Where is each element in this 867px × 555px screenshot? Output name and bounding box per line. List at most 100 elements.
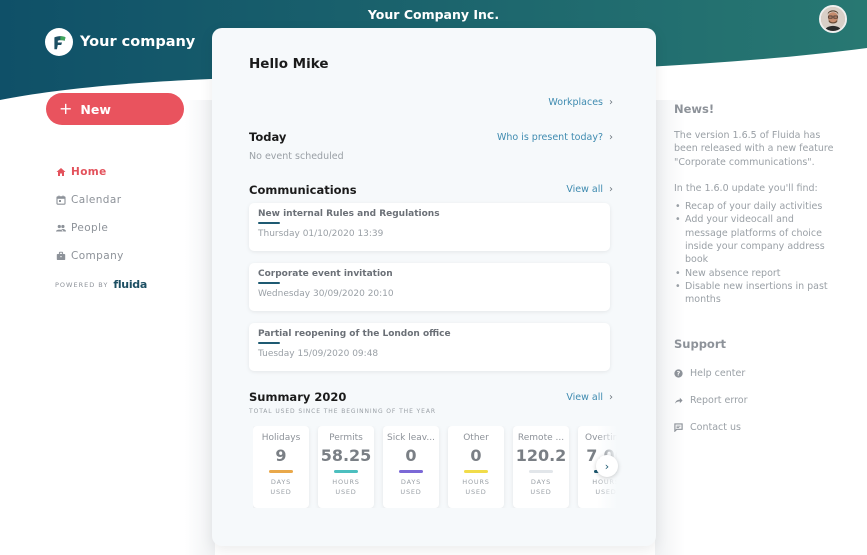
tile-color-bar	[464, 470, 488, 473]
communication-title: New internal Rules and Regulations	[258, 209, 440, 219]
sidebar-item-company[interactable]: Company	[56, 242, 124, 270]
communication-accent-bar	[258, 282, 280, 284]
no-event-text: No event scheduled	[249, 151, 344, 162]
summary-tiles: Holidays 9 DAYS USED Permits 58.25 HOURS U…	[253, 426, 617, 508]
support-help-center[interactable]: ? Help center	[674, 360, 748, 387]
people-icon	[56, 224, 66, 232]
tile-suffix: USED	[270, 488, 292, 496]
tile-label: Other	[463, 433, 489, 443]
summary-view-all[interactable]: View all ›	[566, 392, 613, 403]
new-button-label: New	[80, 101, 111, 117]
summary-subtitle: TOTAL USED SINCE THE BEGINNING OF THE YE…	[249, 408, 436, 415]
app-title: Your Company Inc.	[367, 7, 500, 22]
tile-value: 0	[405, 446, 417, 465]
powered-by-label: POWERED BY	[55, 280, 109, 289]
calendar-icon	[56, 195, 66, 205]
tile-label: Sick leav...	[387, 433, 435, 443]
summary-tile-remote[interactable]: Remote ... 120.2 DAYS USED	[513, 426, 569, 508]
tile-value: 9	[275, 446, 287, 465]
communication-title: Corporate event invitation	[258, 269, 393, 279]
news-list: Recap of your daily activities Add your …	[674, 200, 834, 306]
tile-suffix: USED	[530, 488, 552, 496]
communication-date: Wednesday 30/09/2020 20:10	[258, 289, 394, 299]
sidebar-item-people[interactable]: People	[56, 214, 124, 242]
news-title: News!	[674, 102, 715, 116]
support-item-label: Help center	[690, 368, 746, 379]
communication-item[interactable]: New internal Rules and Regulations Thurs…	[249, 203, 610, 251]
tile-unit: HOURS	[332, 478, 360, 486]
tiles-next-button[interactable]: ›	[596, 455, 618, 477]
tile-label: Permits	[329, 433, 363, 443]
sidebar-shadow	[185, 100, 215, 555]
communication-title: Partial reopening of the London office	[258, 329, 451, 339]
view-all-label: View all	[566, 184, 603, 195]
tile-color-bar	[334, 470, 358, 473]
support-panel: Support ? Help center Report error Conta…	[674, 337, 748, 441]
summary-tile-permits[interactable]: Permits 58.25 HOURS USED	[318, 426, 374, 508]
news-intro: In the 1.6.0 update you'll find:	[674, 182, 818, 194]
today-title: Today	[249, 130, 287, 144]
chevron-right-icon: ›	[609, 392, 613, 403]
sidebar-item-home[interactable]: Home	[56, 158, 124, 186]
sidebar-item-calendar[interactable]: Calendar	[56, 186, 124, 214]
support-item-label: Report error	[690, 395, 748, 406]
brand[interactable]: Your company	[45, 28, 195, 56]
workplaces-link-label: Workplaces	[548, 97, 603, 108]
summary-tile-other[interactable]: Other 0 HOURS USED	[448, 426, 504, 508]
communication-date: Thursday 01/10/2020 13:39	[258, 229, 384, 239]
support-item-label: Contact us	[690, 422, 741, 433]
communication-date: Tuesday 15/09/2020 09:48	[258, 349, 379, 359]
who-is-present-link[interactable]: Who is present today? ›	[497, 132, 613, 143]
brand-name: Your company	[80, 34, 196, 50]
tile-unit: DAYS	[400, 478, 422, 486]
workplaces-link[interactable]: Workplaces ›	[548, 97, 613, 108]
news-list-item: New absence report	[674, 267, 834, 281]
home-icon	[56, 168, 66, 176]
tile-label: Remote ...	[517, 433, 565, 443]
support-title: Support	[674, 337, 727, 351]
tile-value: 120.2	[515, 446, 567, 465]
tile-color-bar	[399, 470, 423, 473]
summary-tile-holidays[interactable]: Holidays 9 DAYS USED	[253, 426, 309, 508]
communications-view-all[interactable]: View all ›	[566, 184, 613, 195]
tile-unit: DAYS	[530, 478, 552, 486]
chevron-right-icon: ›	[609, 97, 613, 108]
summary-tile-sick-leave[interactable]: Sick leav... 0 DAYS USED	[383, 426, 439, 508]
news-panel: News! The version 1.6.5 of Fluida has be…	[674, 102, 834, 307]
tile-suffix: USED	[465, 488, 487, 496]
communication-item[interactable]: Partial reopening of the London office T…	[249, 323, 610, 371]
who-is-present-label: Who is present today?	[496, 132, 603, 143]
communications-title: Communications	[249, 183, 357, 197]
communication-item[interactable]: Corporate event invitation Wednesday 30/…	[249, 263, 610, 311]
news-paragraph: The version 1.6.5 of Fluida has been rel…	[674, 130, 834, 168]
support-report-error[interactable]: Report error	[674, 387, 748, 414]
briefcase-icon	[56, 251, 66, 260]
fluida-logo[interactable]: fluida	[113, 278, 147, 291]
tile-color-bar	[269, 470, 293, 473]
tile-unit: DAYS	[270, 478, 292, 486]
plus-icon: +	[59, 99, 73, 118]
chat-icon	[674, 423, 683, 432]
support-contact-us[interactable]: Contact us	[674, 414, 748, 441]
chevron-right-icon: ›	[609, 132, 613, 143]
tile-color-bar	[529, 470, 553, 473]
user-avatar[interactable]	[819, 5, 847, 33]
communication-accent-bar	[258, 342, 280, 344]
tile-suffix: USED	[400, 488, 422, 496]
page-title: Hello Mike	[249, 56, 329, 72]
new-button[interactable]: + New	[46, 93, 184, 125]
tile-label: Holidays	[261, 433, 301, 443]
sidebar-nav: Home Calendar People Company	[56, 158, 124, 270]
sidebar-item-label: Calendar	[71, 194, 122, 206]
chevron-right-icon: ›	[604, 459, 610, 473]
sidebar-item-label: People	[71, 222, 109, 234]
chevron-right-icon: ›	[609, 184, 613, 195]
help-icon: ?	[674, 369, 683, 378]
news-list-item: Recap of your daily activities	[674, 200, 834, 214]
powered-by: POWERED BY fluida	[55, 278, 147, 291]
sidebar-item-label: Home	[71, 166, 107, 178]
communication-accent-bar	[258, 222, 280, 224]
news-list-item: Disable new insertions in past months	[674, 280, 834, 307]
view-all-label: View all	[566, 392, 603, 403]
summary-title: Summary 2020	[249, 390, 347, 404]
